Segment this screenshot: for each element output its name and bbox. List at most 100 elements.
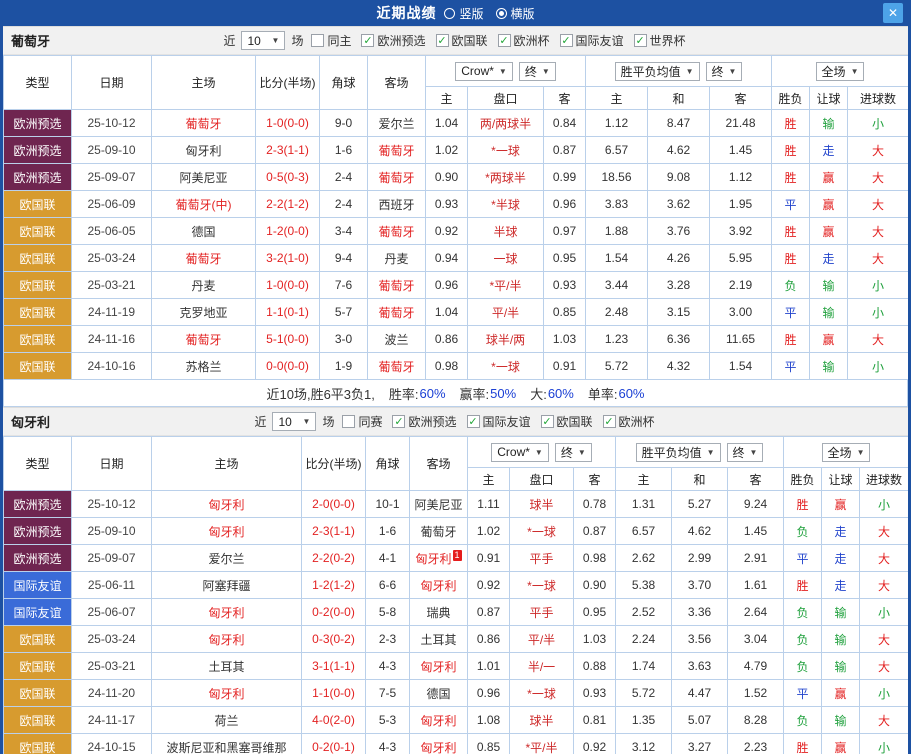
match-count-select[interactable]: 10▼ [272,412,316,431]
home-team[interactable]: 阿美尼亚 [152,164,256,191]
fullmatch-select[interactable]: 全场▼ [816,62,865,81]
away-team[interactable]: 葡萄牙 [368,272,426,299]
home-team[interactable]: 匈牙利 [152,626,302,653]
home-team[interactable]: 葡萄牙 [152,245,256,272]
fullmatch-select[interactable]: 全场▼ [822,443,871,462]
home-team[interactable]: 匈牙利 [152,518,302,545]
close-button[interactable]: ✕ [883,3,903,23]
home-team[interactable]: 匈牙利 [152,599,302,626]
avg-draw: 3.28 [648,272,710,299]
checkbox-icon[interactable]: ✓ [361,34,374,47]
checkbox-icon[interactable]: ✓ [392,415,405,428]
col-away: 客场 [410,437,468,491]
odds-home: 1.02 [426,137,468,164]
result-wdl: 负 [784,518,822,545]
avg-select[interactable]: 胜平负均值▼ [636,443,721,462]
away-team[interactable]: 德国 [410,680,468,707]
radio-icon[interactable] [496,8,507,19]
view-radio[interactable]: 横版 [496,5,535,22]
match-row: 欧国联 24-11-20 匈牙利 1-1(0-0) 7-5 德国 0.96 *一… [4,680,909,707]
result-handicap: 走 [810,137,848,164]
avg-final-select[interactable]: 终▼ [727,443,764,462]
away-team[interactable]: 匈牙利 [410,707,468,734]
away-team[interactable]: 匈牙利 [410,653,468,680]
checkbox-icon[interactable]: ✓ [541,415,554,428]
chevron-down-icon: ▼ [857,448,865,457]
filter-checkbox[interactable]: 同主 [311,32,351,49]
away-team[interactable]: 匈牙利 [410,734,468,754]
checkbox-icon[interactable]: ✓ [603,415,616,428]
view-radio[interactable]: 竖版 [444,5,483,22]
home-team[interactable]: 爱尔兰 [152,545,302,572]
away-team[interactable]: 葡萄牙 [368,218,426,245]
away-team[interactable]: 瑞典 [410,599,468,626]
home-team[interactable]: 土耳其 [152,653,302,680]
near-label: 近 [254,413,266,430]
away-team[interactable]: 葡萄牙 [368,137,426,164]
away-team[interactable]: 丹麦 [368,245,426,272]
section-header: 匈牙利 近 10▼ 场 同赛 ✓欧洲预选✓国际友谊✓欧国联✓欧洲杯 [3,407,908,436]
filter-checkbox[interactable]: ✓国际友谊 [560,32,624,49]
home-team[interactable]: 匈牙利 [152,680,302,707]
away-team[interactable]: 匈牙利 [410,572,468,599]
filter-checkbox[interactable]: ✓欧国联 [436,32,488,49]
home-team[interactable]: 苏格兰 [152,353,256,380]
away-team[interactable]: 葡萄牙 [410,518,468,545]
home-team[interactable]: 葡萄牙 [152,326,256,353]
home-team[interactable]: 葡萄牙(中) [152,191,256,218]
odds-final-select[interactable]: 终▼ [519,62,556,81]
match-count-value: 10 [278,415,291,429]
odds-final-select[interactable]: 终▼ [555,443,592,462]
portugal-rows: 欧洲预选 25-10-12 葡萄牙 1-0(0-0) 9-0 爱尔兰 1.04 … [4,110,909,380]
home-team[interactable]: 丹麦 [152,272,256,299]
handicap: 平/半 [510,626,574,653]
competition-badge: 欧国联 [4,245,72,272]
home-team[interactable]: 克罗地亚 [152,299,256,326]
away-team[interactable]: 葡萄牙 [368,164,426,191]
away-team[interactable]: 波兰 [368,326,426,353]
checkbox-icon[interactable] [311,34,324,47]
filter-checkbox[interactable]: ✓欧洲杯 [498,32,550,49]
checkbox-icon[interactable]: ✓ [498,34,511,47]
match-count-select[interactable]: 10▼ [241,31,285,50]
away-team[interactable]: 土耳其 [410,626,468,653]
odds-away: 0.92 [574,734,616,754]
away-team[interactable]: 西班牙 [368,191,426,218]
radio-icon[interactable] [444,8,455,19]
away-team[interactable]: 爱尔兰 [368,110,426,137]
filter-checkbox[interactable]: ✓欧洲杯 [603,413,655,430]
col-avg-home: 主 [616,468,672,491]
filter-checkbox[interactable]: ✓欧洲预选 [392,413,456,430]
odds-away: 0.93 [544,272,586,299]
checkbox-icon[interactable]: ✓ [436,34,449,47]
checkbox-icon[interactable] [342,415,355,428]
checkbox-icon[interactable]: ✓ [560,34,573,47]
away-team[interactable]: 葡萄牙 [368,353,426,380]
odds-away: 0.91 [544,353,586,380]
home-team[interactable]: 荷兰 [152,707,302,734]
filter-checkbox[interactable]: ✓欧国联 [541,413,593,430]
checkbox-icon[interactable]: ✓ [467,415,480,428]
filter-checkbox[interactable]: ✓世界杯 [634,32,686,49]
away-team[interactable]: 葡萄牙 [368,299,426,326]
bookmaker-select[interactable]: Crow*▼ [491,443,549,462]
home-team[interactable]: 德国 [152,218,256,245]
home-team[interactable]: 匈牙利 [152,137,256,164]
filter-checkbox[interactable]: ✓欧洲预选 [361,32,425,49]
match-date: 24-10-16 [72,353,152,380]
home-team[interactable]: 匈牙利 [152,491,302,518]
home-team[interactable]: 波斯尼亚和黑塞哥维那 [152,734,302,754]
odds-away: 0.85 [544,299,586,326]
away-team[interactable]: 阿美尼亚 [410,491,468,518]
filter-checkbox[interactable]: ✓国际友谊 [467,413,531,430]
col-handicap-result: 让球 [810,87,848,110]
filter-checkbox[interactable]: 同赛 [342,413,382,430]
bookmaker-select[interactable]: Crow*▼ [455,62,513,81]
home-team[interactable]: 葡萄牙 [152,110,256,137]
home-team[interactable]: 阿塞拜疆 [152,572,302,599]
checkbox-icon[interactable]: ✓ [634,34,647,47]
away-team[interactable]: 匈牙利1 [410,545,468,572]
avg-select[interactable]: 胜平负均值▼ [615,62,700,81]
col-avg-draw: 和 [648,87,710,110]
avg-final-select[interactable]: 终▼ [706,62,743,81]
